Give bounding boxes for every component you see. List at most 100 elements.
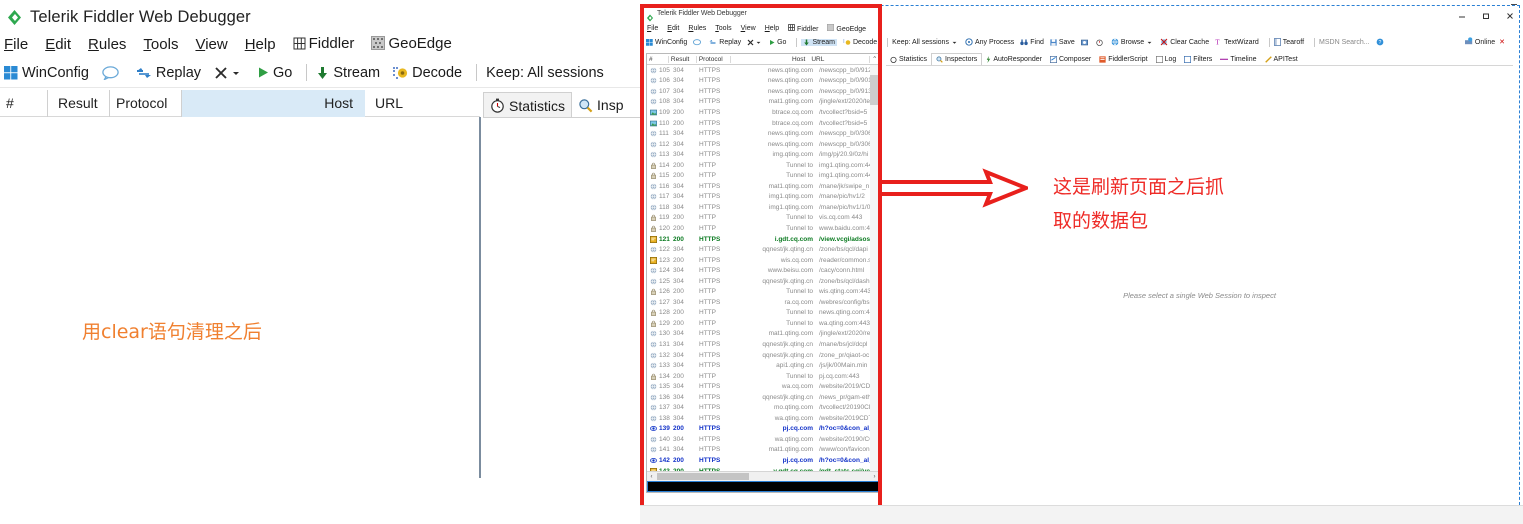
inner-horizontal-scrollbar[interactable]: ‹ › xyxy=(647,471,879,481)
hscroll-thumb[interactable] xyxy=(657,473,749,480)
table-row[interactable]: 137 304 HTTPS mo.qting.com/tvcollect/20190C… xyxy=(647,403,879,414)
quickexec-input[interactable] xyxy=(647,481,879,492)
table-row[interactable]: 117 304 HTTPS img1.qting.com/mane/pic/hv1/2 xyxy=(647,192,879,203)
table-row[interactable]: 105 304 HTTPS news.qting.com/newscpp_b/0/91… xyxy=(647,65,879,76)
toolbar-winconfig[interactable]: WinConfig xyxy=(4,65,89,81)
table-row[interactable]: 133 304 HTTPS api1.qting.cn/js/jk/00Main.mi… xyxy=(647,360,879,371)
inner-session-rows[interactable]: 105 304 HTTPS news.qting.com/newscpp_b/0/91… xyxy=(647,65,879,483)
table-row[interactable]: 135 304 HTTPS wa.cq.com/website/2019/CDN xyxy=(647,381,879,392)
chevron-down-icon[interactable] xyxy=(1147,40,1152,45)
column-header-host[interactable]: Host xyxy=(182,89,365,117)
inner-toolbar-browse[interactable]: Browse xyxy=(1111,38,1154,46)
chevron-down-icon[interactable] xyxy=(756,40,761,45)
table-row[interactable]: 106 304 HTTPS news.qting.com/newscpp_b/0/90… xyxy=(647,76,879,87)
inner-toolbar-screenshot[interactable] xyxy=(1080,39,1090,46)
table-row[interactable]: 118 304 HTTPS img1.qting.com/mane/pic/hv1/1… xyxy=(647,202,879,213)
toolbar-decode[interactable]: Decode xyxy=(393,65,462,81)
close-button[interactable] xyxy=(1505,8,1515,19)
inner-offline-x-icon[interactable]: ✕ xyxy=(1499,38,1505,46)
inner-vertical-scrollbar[interactable] xyxy=(870,65,878,483)
table-row[interactable]: 136 304 HTTPS qqnest/jk.qting.cn/news_pr/ga… xyxy=(647,392,879,403)
table-row[interactable]: 128 200 HTTP Tunnel to news.qting.com:443 xyxy=(647,308,879,319)
table-row[interactable]: 108 304 HTTPS mat1.gting.com/jingle/ext/202… xyxy=(647,97,879,108)
inner-tab-apitest[interactable]: APITest xyxy=(1261,53,1302,65)
inner-tab-fiddlerscript[interactable]: FiddlerScript xyxy=(1095,53,1151,65)
inner-menu-rules[interactable]: Rules xyxy=(688,25,706,32)
tab-inspectors[interactable]: Insp xyxy=(572,92,629,118)
table-row[interactable]: 141 304 HTTPS mat1.qting.com/www/con/favico… xyxy=(647,445,879,456)
table-row[interactable]: 127 304 HTTPS ra.cq.com/webres/config/bs xyxy=(647,297,879,308)
inner-menu-fiddler[interactable]: Fiddler xyxy=(788,24,818,33)
table-row[interactable]: 110 200 HTTPS btrace.cq.com/tvcollect?bsid=… xyxy=(647,118,879,129)
inner-tab-statistics[interactable]: Statistics xyxy=(886,53,931,65)
menu-file[interactable]: File xyxy=(4,36,28,53)
table-row[interactable]: 114 200 HTTP Tunnel to img1.qting.com:44 xyxy=(647,160,879,171)
inner-tab-inspectors[interactable]: Inspectors xyxy=(931,53,983,65)
inner-toolbar-keep[interactable]: Keep: All sessions xyxy=(892,39,959,46)
inner-tab-autoresponder[interactable]: AutoResponder xyxy=(982,53,1046,65)
table-row[interactable]: 125 304 HTTPS qqnest/jk.qting.cn/zone/bs/qc… xyxy=(647,276,879,287)
menu-edit[interactable]: Edit xyxy=(45,36,71,53)
inner-toolbar-comment[interactable] xyxy=(693,38,703,46)
table-row[interactable]: 124 304 HTTPS www.beisu.com/cacy/conn.html xyxy=(647,265,879,276)
table-row[interactable]: 139 200 HTTPS pj.cq.com/h?oc=0&con_al_1 xyxy=(647,424,879,435)
scroll-left-arrow-icon[interactable]: ‹ xyxy=(647,474,656,480)
inner-toolbar-anyprocess[interactable]: Any Process xyxy=(965,38,1014,46)
toolbar-remove[interactable] xyxy=(214,66,244,80)
inner-column-header-result[interactable]: Result xyxy=(669,55,697,63)
inner-menu-view[interactable]: View xyxy=(741,25,756,32)
table-row[interactable]: 113 304 HTTPS img.qting.com/img/pj/20.9/0z/… xyxy=(647,149,879,160)
menu-rules[interactable]: Rules xyxy=(88,36,126,53)
inner-menu-geoedge[interactable]: GeoEdge xyxy=(827,24,866,33)
table-row[interactable]: 131 304 HTTPS qqnest/jk.qting.cn/mane/bs/jc… xyxy=(647,339,879,350)
toolbar-go[interactable]: Go xyxy=(257,65,292,81)
column-header-result[interactable]: Result xyxy=(48,89,110,117)
inner-menu-help[interactable]: Help xyxy=(765,25,779,32)
menu-geoedge[interactable]: GeoEdge xyxy=(371,35,452,54)
inner-tab-filters[interactable]: Filters xyxy=(1180,53,1216,65)
table-row[interactable]: 142 200 HTTPS pj.cq.com/h?oc=0&con_al_1 xyxy=(647,455,879,466)
inner-session-grid[interactable]: # Result Protocol Host URL ⌃ 105 304 HTTPS… xyxy=(646,53,880,493)
column-header-url[interactable]: URL xyxy=(365,90,409,117)
menu-help[interactable]: Help xyxy=(245,36,276,53)
column-sort-caret-icon[interactable]: ⌃ xyxy=(870,55,879,63)
table-row[interactable]: 119 200 HTTP Tunnel to vis.cq.com 443 xyxy=(647,213,879,224)
inner-toolbar-replay[interactable]: Replay xyxy=(709,39,741,46)
table-row[interactable]: 116 304 HTTPS mat1.qting.com/mane/jk/swipe_… xyxy=(647,181,879,192)
inner-tab-timeline[interactable]: Timeline xyxy=(1216,53,1260,65)
inner-toolbar-winconfig[interactable]: WinConfig xyxy=(646,38,687,46)
inner-toolbar-find[interactable]: Find xyxy=(1020,39,1044,46)
inner-online-status[interactable]: Online ✕ xyxy=(1464,35,1505,49)
table-row[interactable]: 123 200 HTTPS wis.cq.com/reader/common.s xyxy=(647,255,879,266)
table-row[interactable]: 120 200 HTTP Tunnel to www.baidu.com:44 xyxy=(647,223,879,234)
chevron-down-icon[interactable] xyxy=(952,40,957,45)
table-row[interactable]: 122 304 HTTPS qqnest/jk.qting.cn/zone/bs/qc… xyxy=(647,244,879,255)
column-header-protocol[interactable]: Protocol xyxy=(110,89,182,117)
inner-menu-tools[interactable]: Tools xyxy=(715,25,731,32)
column-header-number[interactable]: # xyxy=(0,89,48,117)
table-row[interactable]: 115 200 HTTP Tunnel to img1.qting.com:443 xyxy=(647,170,879,181)
inner-menu-file[interactable]: File xyxy=(647,25,658,32)
table-row[interactable]: 112 304 HTTPS news.qting.com/newscpp_b/0/30… xyxy=(647,139,879,150)
inner-tab-log[interactable]: Log xyxy=(1152,53,1181,65)
inner-toolbar-tearoff[interactable]: Tearoff xyxy=(1273,38,1304,46)
toolbar-comment[interactable] xyxy=(102,65,123,80)
inner-toolbar-go[interactable]: Go xyxy=(769,39,786,46)
main-session-list[interactable]: 用clear语句清理之后 xyxy=(0,117,481,478)
hscroll-track[interactable] xyxy=(749,473,870,480)
inner-toolbar-stream[interactable]: Stream xyxy=(801,38,837,46)
inner-toolbar-decode[interactable]: Decode xyxy=(843,39,877,46)
table-row[interactable]: 132 304 HTTPS qqnest/jk.qting.cn/zone_pr/qi… xyxy=(647,350,879,361)
table-row[interactable]: 140 304 HTTPS wa.qting.com/website/20190/CO xyxy=(647,434,879,445)
inner-toolbar-save[interactable]: Save xyxy=(1050,39,1075,46)
table-row[interactable]: 138 304 HTTPS wa.qting.com/website/2019CDTM xyxy=(647,413,879,424)
menu-tools[interactable]: Tools xyxy=(143,36,178,53)
table-row[interactable]: 121 200 HTTPS i.gdt.cq.com/view.vcgi/adsosv… xyxy=(647,234,879,245)
inner-toolbar-msdnsearch[interactable]: MSDN Search... xyxy=(1319,39,1370,46)
table-row[interactable]: 111 304 HTTPS news.qting.com/newscpp_b/0/30… xyxy=(647,128,879,139)
table-row[interactable]: 126 200 HTTP Tunnel to wis.qting.com:443 xyxy=(647,286,879,297)
table-row[interactable]: 129 200 HTTP Tunnel to wa.qting.com:443 xyxy=(647,318,879,329)
inner-toolbar-timer[interactable] xyxy=(1096,39,1105,46)
inner-tab-composer[interactable]: Composer xyxy=(1046,53,1095,65)
inner-column-header-host[interactable]: Host xyxy=(731,56,809,63)
